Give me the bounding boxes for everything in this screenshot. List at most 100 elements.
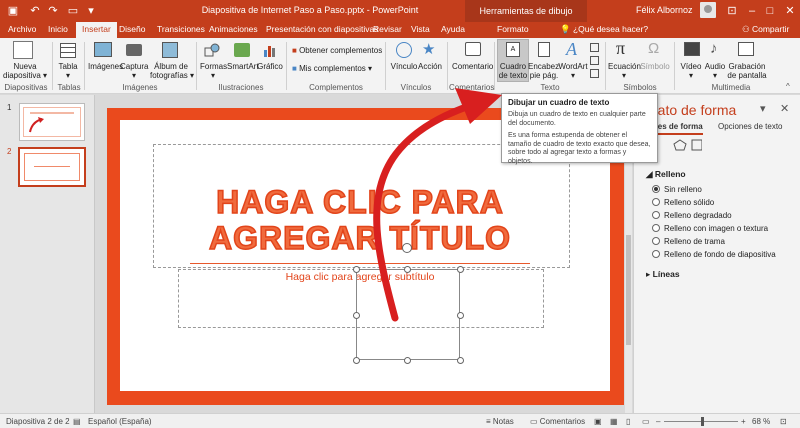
- option-no-fill[interactable]: Sin relleno: [652, 185, 702, 194]
- zoom-out-icon[interactable]: –: [656, 417, 660, 426]
- tab-vista[interactable]: Vista: [411, 24, 430, 34]
- maximize-icon[interactable]: □: [762, 3, 778, 19]
- screen-recording-button[interactable]: Grabación de pantalla: [726, 62, 768, 80]
- slide-thumbnail-1[interactable]: [19, 103, 85, 141]
- pane-options-icon[interactable]: ▾: [760, 102, 766, 115]
- resize-handle[interactable]: [457, 266, 464, 273]
- notes-button[interactable]: ≡ Notas: [486, 417, 514, 426]
- photo-album-button[interactable]: Álbum de fotografías ▾: [150, 62, 194, 80]
- comment-button[interactable]: Comentario: [452, 62, 493, 71]
- collapse-ribbon-icon[interactable]: ^: [786, 82, 790, 91]
- customize-toolbar-icon[interactable]: ▾: [84, 4, 98, 18]
- option-picture-fill[interactable]: Relleno con imagen o textura: [652, 224, 768, 233]
- link-button[interactable]: Vínculo: [390, 62, 418, 71]
- minimize-icon[interactable]: –: [744, 3, 760, 19]
- lines-section-header[interactable]: ▸ Líneas: [646, 269, 680, 280]
- resize-handle[interactable]: [353, 266, 360, 273]
- zoom-in-icon[interactable]: +: [741, 417, 746, 426]
- ribbon-display-icon[interactable]: ⊡: [724, 3, 740, 19]
- tab-animaciones[interactable]: Animaciones: [209, 24, 258, 34]
- thumbnail-title-line: [30, 112, 74, 114]
- capture-button[interactable]: Captura ▾: [120, 62, 148, 80]
- resize-handle[interactable]: [404, 357, 411, 364]
- close-icon[interactable]: ✕: [782, 3, 798, 19]
- user-name[interactable]: Félix Albornoz: [636, 5, 693, 15]
- equation-button[interactable]: Ecuación ▾: [608, 62, 641, 80]
- radio-icon[interactable]: [652, 211, 660, 219]
- wordart-button[interactable]: WordArt ▾: [558, 62, 588, 80]
- share-button[interactable]: ⚇ Compartir: [742, 24, 789, 35]
- tab-inicio[interactable]: Inicio: [48, 24, 68, 34]
- radio-icon[interactable]: [652, 224, 660, 232]
- textbox-button[interactable]: Cuadro de texto: [497, 62, 529, 80]
- tab-ayuda[interactable]: Ayuda: [441, 24, 465, 34]
- zoom-level[interactable]: 68 %: [752, 417, 770, 426]
- resize-handle[interactable]: [457, 312, 464, 319]
- option-gradient-fill[interactable]: Relleno degradado: [652, 211, 732, 220]
- tab-archivo[interactable]: Archivo: [8, 24, 36, 34]
- radio-icon[interactable]: [652, 185, 660, 193]
- tab-revisar[interactable]: Revisar: [373, 24, 402, 34]
- shapes-button[interactable]: Formas ▾: [200, 62, 227, 80]
- new-slide-button[interactable]: Nueva diapositiva ▾: [3, 62, 47, 80]
- smartart-button[interactable]: SmartArt: [227, 62, 259, 71]
- object-icon[interactable]: [590, 69, 599, 78]
- language-indicator[interactable]: Español (España): [88, 417, 152, 426]
- radio-icon[interactable]: [652, 198, 660, 206]
- scrollbar-thumb[interactable]: [626, 235, 631, 345]
- resize-handle[interactable]: [457, 357, 464, 364]
- undo-icon[interactable]: ↶: [28, 4, 42, 18]
- option-background-fill[interactable]: Relleno de fondo de diapositiva: [652, 250, 776, 259]
- reading-view-icon[interactable]: ▯: [626, 417, 630, 426]
- tab-transiciones[interactable]: Transiciones: [157, 24, 205, 34]
- fill-section-header[interactable]: ◢ Relleno: [646, 169, 686, 180]
- tooltip-title: Dibujar un cuadro de texto: [508, 98, 610, 107]
- thumbnail-number-1: 1: [7, 103, 12, 112]
- comments-button[interactable]: ▭ Comentarios: [530, 417, 585, 426]
- zoom-slider-handle[interactable]: [701, 417, 704, 426]
- images-button[interactable]: Imágenes: [88, 62, 123, 71]
- tab-insertar[interactable]: Insertar: [76, 22, 117, 38]
- option-solid-fill[interactable]: Relleno sólido: [652, 198, 714, 207]
- slide-thumbnail-2[interactable]: [18, 147, 86, 187]
- symbol-button[interactable]: Símbolo: [640, 62, 670, 71]
- slide-number-icon[interactable]: [590, 56, 599, 65]
- tab-text-options[interactable]: Opciones de texto: [718, 122, 782, 131]
- start-presentation-icon[interactable]: ▭: [66, 4, 80, 18]
- tab-presentacion[interactable]: Presentación con diapositivas: [266, 24, 378, 34]
- new-textbox-selection[interactable]: [356, 269, 460, 360]
- slideshow-view-icon[interactable]: ▭: [642, 417, 650, 426]
- slide-sorter-icon[interactable]: ▦: [610, 417, 618, 426]
- redo-icon[interactable]: ↷: [46, 4, 60, 18]
- resize-handle[interactable]: [353, 357, 360, 364]
- video-button[interactable]: Vídeo ▾: [679, 62, 703, 80]
- normal-view-icon[interactable]: ▣: [594, 417, 602, 426]
- avatar[interactable]: [700, 2, 716, 18]
- action-button[interactable]: Acción: [417, 62, 443, 71]
- radio-icon[interactable]: [652, 250, 660, 258]
- header-label-2: pie pág.: [529, 71, 559, 80]
- tab-formato[interactable]: Formato: [497, 24, 529, 34]
- symbol-icon: Ω: [648, 40, 660, 57]
- spelling-icon[interactable]: ▤: [73, 417, 81, 426]
- pane-close-icon[interactable]: ✕: [780, 102, 789, 115]
- resize-handle[interactable]: [353, 312, 360, 319]
- radio-icon[interactable]: [652, 237, 660, 245]
- resize-handle[interactable]: [404, 266, 411, 273]
- option-pattern-fill[interactable]: Relleno de trama: [652, 237, 725, 246]
- chart-button[interactable]: Gráfico: [257, 62, 283, 71]
- my-addins-button[interactable]: ■ Mis complementos ▾: [292, 64, 372, 73]
- slide-title[interactable]: HAGA CLIC PARA AGREGAR TÍTULO: [190, 183, 530, 257]
- audio-button[interactable]: Audio ▾: [703, 62, 727, 80]
- group-label-complementos: Complementos: [309, 83, 363, 92]
- save-icon[interactable]: ▣: [6, 4, 20, 18]
- option-label: Relleno de fondo de diapositiva: [664, 250, 776, 259]
- date-time-icon[interactable]: [590, 43, 599, 52]
- header-footer-button[interactable]: Encabez. pie pág.: [528, 62, 561, 80]
- rotate-handle[interactable]: [402, 243, 412, 253]
- tell-me-search[interactable]: 💡 ¿Qué desea hacer?: [560, 24, 648, 35]
- fit-slide-icon[interactable]: ⊡: [780, 417, 787, 426]
- table-button[interactable]: Tabla ▾: [56, 62, 80, 80]
- tab-diseno[interactable]: Diseño: [119, 24, 145, 34]
- get-addins-button[interactable]: ■ Obtener complementos: [292, 46, 382, 55]
